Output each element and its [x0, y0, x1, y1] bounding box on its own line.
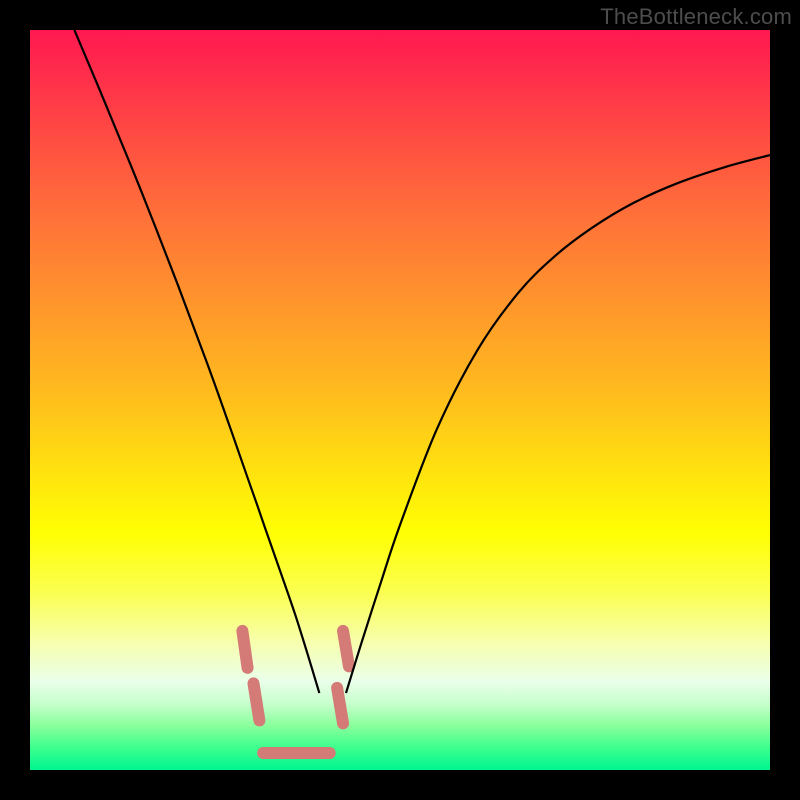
connector-group: [242, 631, 349, 724]
watermark-text: TheBottleneck.com: [600, 4, 792, 30]
connector-pill-left-outer: [242, 631, 247, 668]
connector-pill-left-inner: [253, 683, 259, 720]
curve-left-branch: [74, 30, 319, 693]
connector-pill-right-lower: [337, 688, 343, 724]
curve-right-branch: [346, 155, 770, 693]
connector-pill-right-upper: [343, 631, 349, 667]
plot-area: [30, 30, 770, 770]
curve-group: [74, 30, 770, 693]
chart-frame: TheBottleneck.com: [0, 0, 800, 800]
curve-svg: [30, 30, 770, 770]
